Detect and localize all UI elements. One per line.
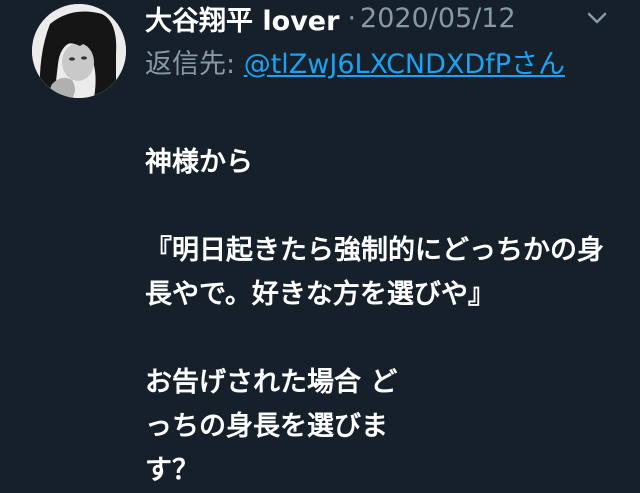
tweet-paragraph: 『明日起きたら強制的にどっちかの身長やで。好きな方を選びや』 (145, 235, 604, 310)
tweet-body: 神様から 『明日起きたら強制的にどっちかの身長やで。好きな方を選びや』 お告げさ… (145, 141, 615, 493)
tweet-date[interactable]: 2020/05/12 (360, 3, 516, 34)
tweet-paragraph: お告げされた場合 どっちの身長を選びます？ (145, 367, 398, 486)
tweet-header: 大谷翔平 lover · 2020/05/12 (145, 0, 516, 38)
reply-handle-link[interactable]: @tlZwJ6LXCNDXDfPさん (244, 49, 565, 80)
reply-prefix: 返信先: (145, 49, 244, 80)
chevron-down-icon[interactable] (584, 6, 610, 30)
avatar-photo-icon (32, 4, 126, 98)
tweet: 大谷翔平 lover · 2020/05/12 返信先: @tlZwJ6LXCN… (0, 0, 640, 491)
reply-to-line: 返信先: @tlZwJ6LXCNDXDfPさん (145, 44, 615, 86)
tweet-paragraph: 神様から (145, 147, 253, 178)
avatar[interactable] (32, 4, 126, 98)
header-separator: · (347, 2, 357, 34)
author-name[interactable]: 大谷翔平 lover (145, 0, 339, 38)
